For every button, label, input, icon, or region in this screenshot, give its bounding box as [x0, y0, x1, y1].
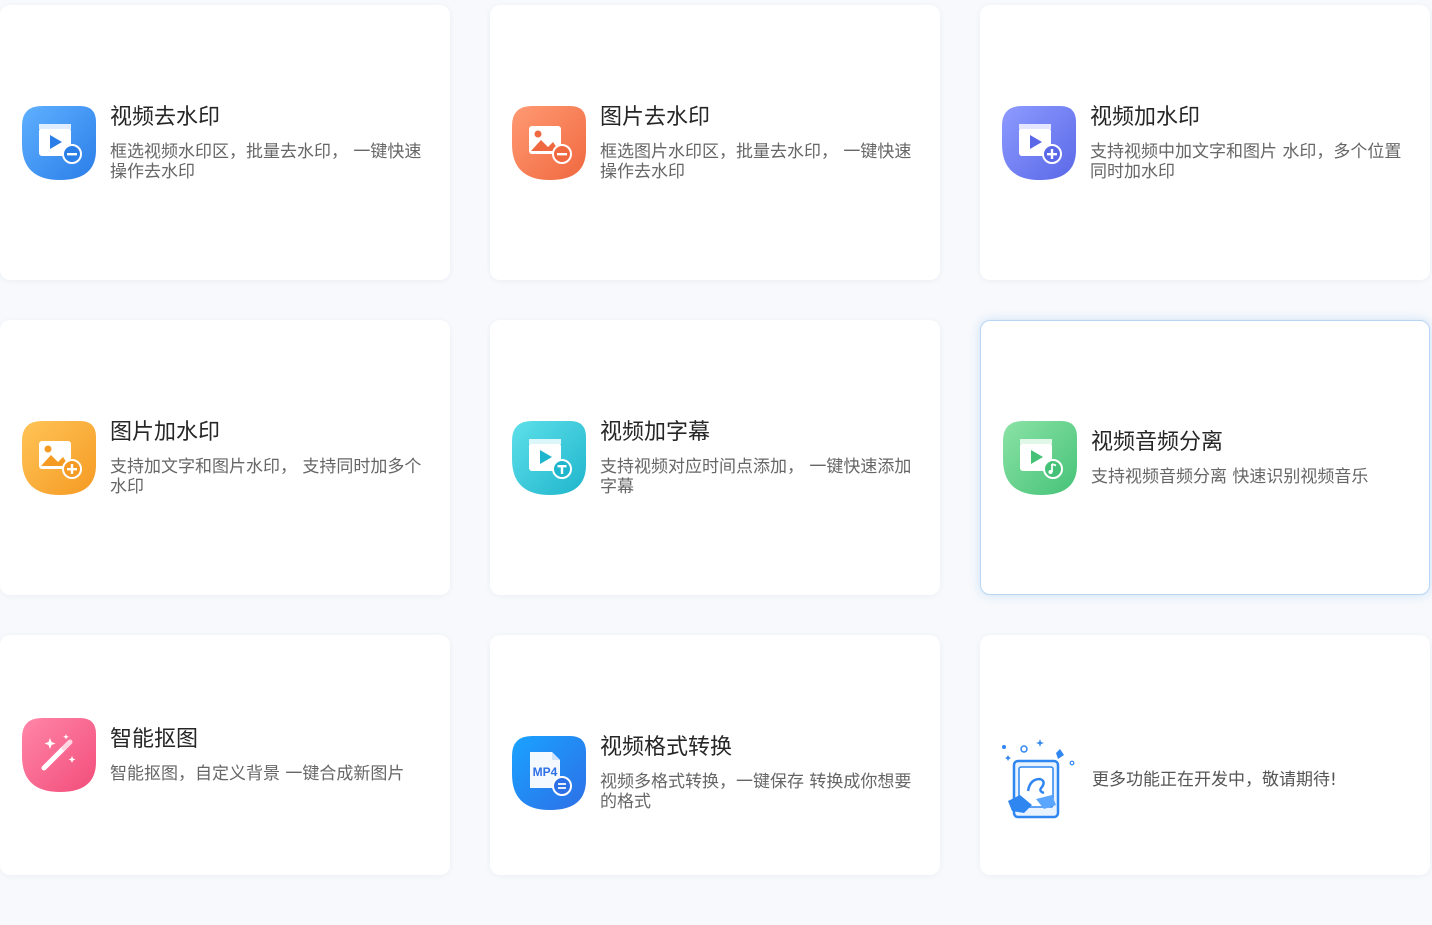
card-content: 图片去水印 框选图片水印区，批量去水印， 一键快速操作去水印	[510, 5, 922, 280]
magic-wand-icon	[20, 716, 98, 794]
card-title: 视频加字幕	[600, 419, 711, 445]
image-add-watermark-icon	[20, 419, 98, 497]
video-subtitle-icon	[510, 419, 588, 497]
card-title: 图片去水印	[600, 104, 711, 130]
card-title: 视频加水印	[1090, 104, 1201, 130]
card-title: 视频去水印	[110, 104, 221, 130]
card-content: 图片加水印 支持加文字和图片水印， 支持同时加多个水印	[20, 320, 432, 595]
card-content: 视频去水印 框选视频水印区，批量去水印， 一键快速操作去水印	[20, 5, 432, 280]
card-desc: 支持视频中加文字和图片 水印，多个位置同时加水印	[1090, 141, 1402, 182]
card-desc: 视频多格式转换，一键保存 转换成你想要的格式	[600, 772, 912, 812]
card-content: 更多功能正在开发中，敬请期待!	[1000, 635, 1412, 925]
card-title: 视频格式转换	[600, 735, 733, 760]
video-add-watermark-icon	[1000, 104, 1078, 182]
card-desc: 智能抠图，自定义背景 一键合成新图片	[110, 764, 405, 784]
video-audio-separate-icon	[1001, 419, 1079, 497]
developing-illustration-icon	[1000, 735, 1080, 825]
card-video-add-watermark[interactable]: 视频加水印 支持视频中加文字和图片 水印，多个位置同时加水印	[980, 5, 1430, 280]
video-remove-watermark-icon	[20, 104, 98, 182]
card-title: 图片加水印	[110, 419, 221, 445]
mp4-convert-icon: MP4	[510, 734, 588, 812]
card-video-remove-watermark[interactable]: 视频去水印 框选视频水印区，批量去水印， 一键快速操作去水印	[0, 5, 450, 280]
image-remove-watermark-icon	[510, 104, 588, 182]
mp4-label: MP4	[533, 765, 558, 779]
card-video-format-convert[interactable]: MP4 视频格式转换 视频多格式转换，一键保存 转换成你想要的格式	[490, 635, 940, 875]
card-desc: 支持视频音频分离 快速识别视频音乐	[1091, 466, 1369, 487]
card-image-add-watermark[interactable]: 图片加水印 支持加文字和图片水印， 支持同时加多个水印	[0, 320, 450, 595]
card-image-remove-watermark[interactable]: 图片去水印 框选图片水印区，批量去水印， 一键快速操作去水印	[490, 5, 940, 280]
card-content: MP4 视频格式转换 视频多格式转换，一键保存 转换成你想要的格式	[510, 635, 922, 911]
feature-grid: 视频去水印 框选视频水印区，批量去水印， 一键快速操作去水印 图片去水印 框选图…	[0, 0, 1432, 875]
card-content: 视频加字幕 支持视频对应时间点添加， 一键快速添加字幕	[510, 320, 922, 595]
more-features-note: 更多功能正在开发中，敬请期待!	[1092, 770, 1337, 790]
card-video-subtitle[interactable]: 视频加字幕 支持视频对应时间点添加， 一键快速添加字幕	[490, 320, 940, 595]
card-desc: 支持加文字和图片水印， 支持同时加多个水印	[110, 456, 422, 497]
card-desc: 框选图片水印区，批量去水印， 一键快速操作去水印	[600, 141, 912, 182]
card-text: 视频加水印 支持视频中加文字和图片 水印，多个位置同时加水印	[1090, 104, 1412, 182]
card-smart-cutout[interactable]: 智能抠图 智能抠图，自定义背景 一键合成新图片	[0, 635, 450, 875]
card-text: 视频去水印 框选视频水印区，批量去水印， 一键快速操作去水印	[110, 104, 432, 182]
card-text: 视频加字幕 支持视频对应时间点添加， 一键快速添加字幕	[600, 419, 922, 497]
card-desc: 支持视频对应时间点添加， 一键快速添加字幕	[600, 456, 912, 497]
card-text: 图片去水印 框选图片水印区，批量去水印， 一键快速操作去水印	[600, 104, 922, 182]
card-more-features: 更多功能正在开发中，敬请期待!	[980, 635, 1430, 875]
card-text: 更多功能正在开发中，敬请期待!	[1092, 769, 1412, 791]
card-title: 智能抠图	[110, 727, 199, 752]
card-video-audio-separate[interactable]: 视频音频分离 支持视频音频分离 快速识别视频音乐	[980, 320, 1430, 595]
card-content: 智能抠图 智能抠图，自定义背景 一键合成新图片	[20, 635, 432, 875]
card-title: 视频音频分离	[1091, 429, 1224, 455]
card-content: 视频加水印 支持视频中加文字和图片 水印，多个位置同时加水印	[1000, 5, 1412, 280]
card-text: 图片加水印 支持加文字和图片水印， 支持同时加多个水印	[110, 419, 432, 497]
card-text: 智能抠图 智能抠图，自定义背景 一键合成新图片	[110, 726, 432, 784]
card-desc: 框选视频水印区，批量去水印， 一键快速操作去水印	[110, 141, 422, 182]
card-text: 视频格式转换 视频多格式转换，一键保存 转换成你想要的格式	[600, 734, 922, 812]
card-content: 视频音频分离 支持视频音频分离 快速识别视频音乐	[1001, 321, 1411, 594]
card-text: 视频音频分离 支持视频音频分离 快速识别视频音乐	[1091, 429, 1411, 487]
